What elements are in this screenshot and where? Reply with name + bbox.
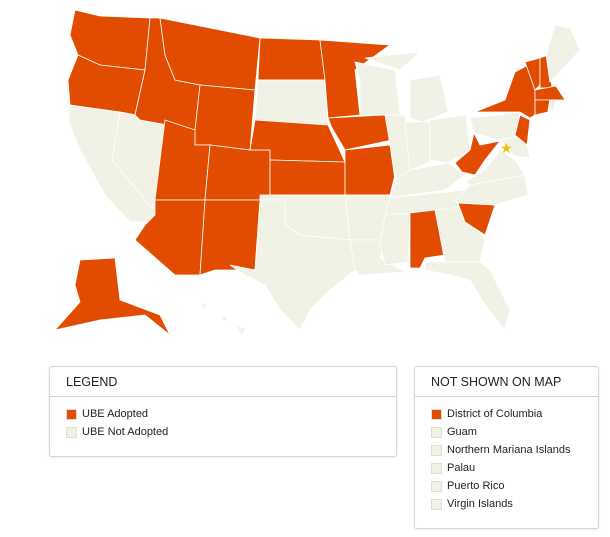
not-shown-title: NOT SHOWN ON MAP	[415, 367, 598, 397]
state-hi[interactable]	[199, 302, 207, 310]
state-ak[interactable]	[53, 257, 171, 336]
state-mi[interactable]	[409, 74, 449, 123]
state-ny[interactable]	[474, 64, 536, 119]
not-shown-list: District of Columbia Guam Northern Mariana…	[415, 397, 598, 513]
legend-item: Puerto Rico	[431, 477, 598, 495]
state-wy[interactable]	[194, 84, 256, 151]
state-wi[interactable]	[354, 61, 401, 116]
legend-item: UBE Adopted	[66, 405, 396, 423]
legend-item-label: Palau	[447, 462, 476, 474]
state-ks[interactable]	[269, 159, 346, 196]
state-ms[interactable]	[379, 212, 411, 266]
state-mo[interactable]	[344, 144, 396, 196]
legend-item-label: Northern Mariana Islands	[447, 444, 571, 456]
legend-item-label: Guam	[447, 426, 477, 438]
legend-item-label: Puerto Rico	[447, 480, 505, 492]
color-swatch	[66, 426, 77, 438]
state-co[interactable]	[204, 144, 271, 201]
legend-item-label: UBE Adopted	[82, 408, 149, 420]
state-mt[interactable]	[159, 17, 261, 91]
color-swatch	[431, 462, 442, 474]
state-hi[interactable]	[219, 315, 229, 323]
legend-panel: LEGEND UBE Adopted UBE Not Adopted	[49, 366, 397, 457]
us-map: ★	[53, 9, 581, 337]
legend-item: Guam	[431, 423, 598, 441]
state-ct[interactable]	[534, 99, 551, 116]
legend-item: Virgin Islands	[431, 495, 598, 513]
legend-item: UBE Not Adopted	[66, 423, 396, 441]
state-ma[interactable]	[534, 85, 566, 101]
state-sd[interactable]	[254, 79, 329, 126]
ube-map-page: ★ LEGEND UBE Adopted UBE Not Adopted NOT …	[0, 0, 610, 537]
legend-item-label: Virgin Islands	[447, 498, 513, 510]
state-fl[interactable]	[424, 261, 511, 331]
legend-item: Northern Mariana Islands	[431, 441, 598, 459]
state-ia[interactable]	[327, 114, 393, 151]
state-nm[interactable]	[199, 199, 261, 276]
state-me[interactable]	[545, 24, 581, 83]
legend-title: LEGEND	[50, 367, 396, 397]
color-swatch	[431, 480, 442, 492]
color-swatch	[431, 498, 442, 510]
legend-item-label: UBE Not Adopted	[82, 426, 169, 438]
color-swatch	[431, 408, 442, 420]
state-nd[interactable]	[257, 37, 326, 81]
color-swatch	[431, 426, 442, 438]
color-swatch	[66, 408, 77, 420]
not-shown-panel: NOT SHOWN ON MAP District of Columbia Gua…	[414, 366, 599, 529]
legend-list: UBE Adopted UBE Not Adopted	[50, 397, 396, 441]
legend-item-label: District of Columbia	[447, 408, 543, 420]
legend-item: Palau	[431, 459, 598, 477]
dc-star-icon[interactable]: ★	[500, 140, 513, 156]
color-swatch	[431, 444, 442, 456]
legend-item: District of Columbia	[431, 405, 598, 423]
state-hi[interactable]	[235, 325, 247, 337]
